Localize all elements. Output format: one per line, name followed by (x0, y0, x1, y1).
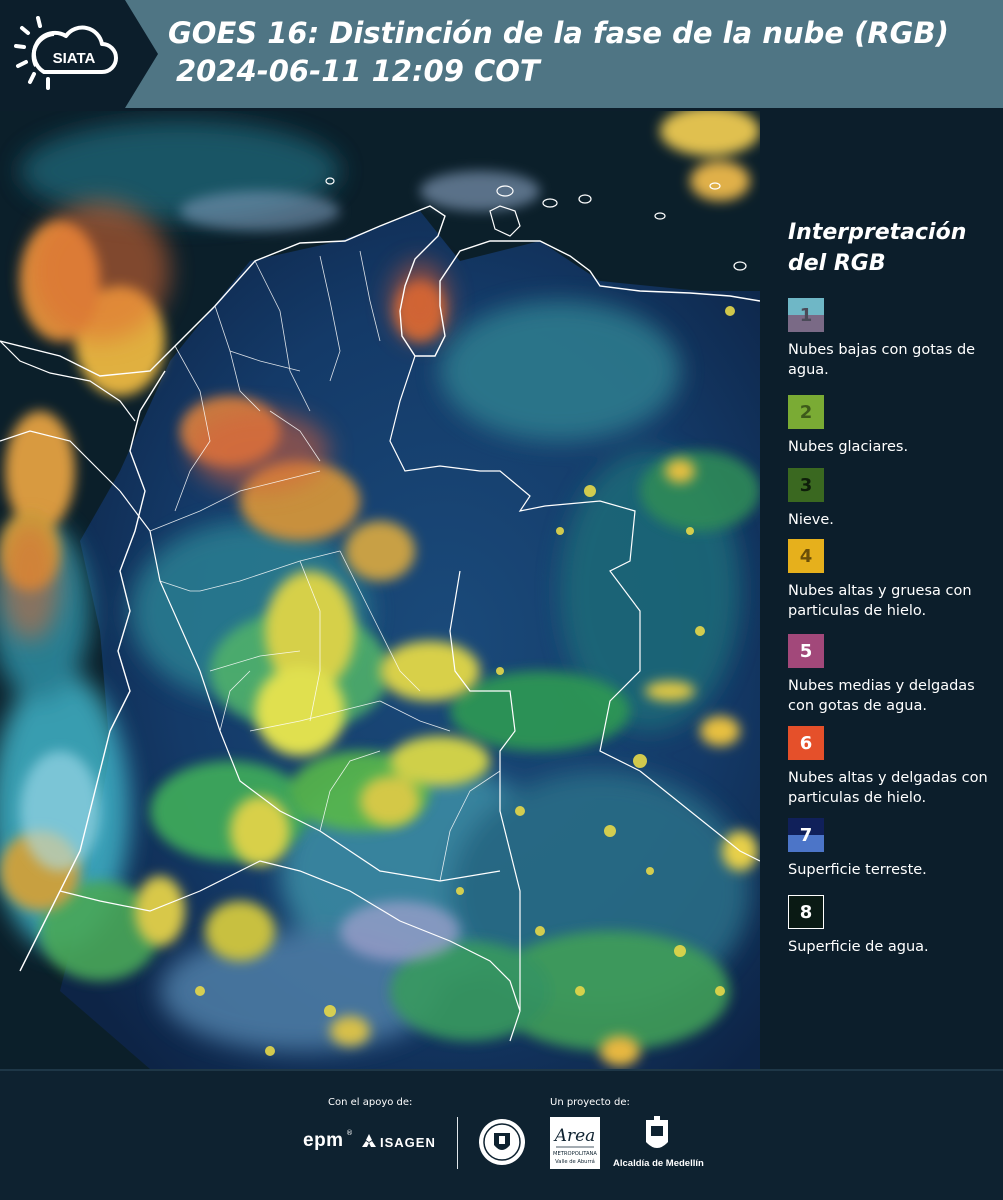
support-label: Con el apoyo de: (328, 1097, 413, 1108)
page-title-line-1: GOES 16: Distinción de la fase de la nub… (168, 16, 949, 50)
area-logo-sub2: Valle de Aburrá (555, 1158, 595, 1165)
isagen-logo: ISAGEN (380, 1135, 436, 1150)
legend-item: 6 Nubes altas y delgadas con particulas … (788, 726, 993, 808)
legend-swatch-number: 1 (799, 304, 813, 326)
footer-divider (0, 1069, 1003, 1071)
siata-logo-text: SIATA (53, 50, 96, 67)
epm-logo: epm (303, 1130, 344, 1151)
legend-title: Interpretación del RGB (788, 217, 998, 279)
footer: Con el apoyo de: Un proyecto de: epm ® I… (0, 1069, 1003, 1200)
legend-label: Nubes altas y delgadas con particulas de… (788, 770, 988, 806)
alcaldia-shield-icon (646, 1116, 668, 1148)
legend-item: 4 Nubes altas y gruesa con particulas de… (788, 539, 993, 621)
area-logo-text: Area (553, 1126, 596, 1146)
legend-item: 3 Nieve. (788, 468, 993, 530)
siata-logo: SIATA (14, 16, 118, 90)
isagen-icon (362, 1134, 376, 1147)
rgb-legend: Interpretación del RGB 1 Nubes bajas con… (770, 111, 1003, 1069)
legend-swatch-number: 8 (799, 901, 813, 923)
legend-label: Nubes glaciares. (788, 439, 909, 455)
legend-item: 8 Superficie de agua. (788, 895, 993, 957)
legend-swatch: 6 (788, 726, 824, 760)
project-label: Un proyecto de: (550, 1097, 630, 1108)
legend-swatch-number: 3 (799, 474, 813, 496)
legend-swatch: 4 (788, 539, 824, 573)
legend-label: Nubes medias y delgadas con gotas de agu… (788, 678, 975, 714)
legend-swatch-number: 5 (799, 640, 813, 662)
legend-label: Nubes bajas con gotas de agua. (788, 342, 976, 378)
legend-label: Nubes altas y gruesa con particulas de h… (788, 583, 972, 619)
legend-title-line-1: Interpretación (788, 220, 967, 245)
satellite-map-svg (0, 111, 760, 1069)
legend-label: Superficie de agua. (788, 939, 929, 955)
alcaldia-logo: Alcaldía de Medellín (613, 1158, 704, 1169)
legend-swatch: 2 (788, 395, 824, 429)
area-metropolitana-logo: Area METROPOLITANA Valle de Aburrá (550, 1117, 600, 1169)
legend-swatch-number: 7 (799, 824, 813, 846)
medellin-seal-icon (479, 1119, 525, 1165)
legend-swatch-number: 4 (799, 545, 813, 567)
legend-item: 7 Superficie terreste. (788, 818, 993, 880)
legend-swatch: 5 (788, 634, 824, 668)
legend-label: Superficie terreste. (788, 862, 927, 878)
footer-separator (457, 1117, 458, 1169)
legend-item: 1 Nubes bajas con gotas de agua. (788, 298, 993, 380)
legend-label: Nieve. (788, 512, 834, 528)
page-title-line-2: 2024-06-11 12:09 COT (176, 54, 540, 88)
legend-item: 5 Nubes medias y delgadas con gotas de a… (788, 634, 993, 716)
legend-swatch-number: 2 (799, 401, 813, 423)
registered-icon: ® (346, 1129, 353, 1137)
legend-swatch: 3 (788, 468, 824, 502)
page-root: SIATA GOES 16: Distinción de la fase de … (0, 0, 1003, 1200)
satellite-map[interactable] (0, 111, 760, 1069)
legend-swatch-number: 6 (799, 732, 813, 754)
legend-swatch: 8 (788, 895, 824, 929)
legend-item: 2 Nubes glaciares. (788, 395, 993, 457)
legend-swatch: 7 (788, 818, 824, 852)
area-logo-sub1: METROPOLITANA (553, 1151, 597, 1157)
legend-swatch: 1 (788, 298, 824, 332)
legend-title-line-2: del RGB (788, 251, 886, 276)
header: SIATA GOES 16: Distinción de la fase de … (0, 0, 1003, 110)
